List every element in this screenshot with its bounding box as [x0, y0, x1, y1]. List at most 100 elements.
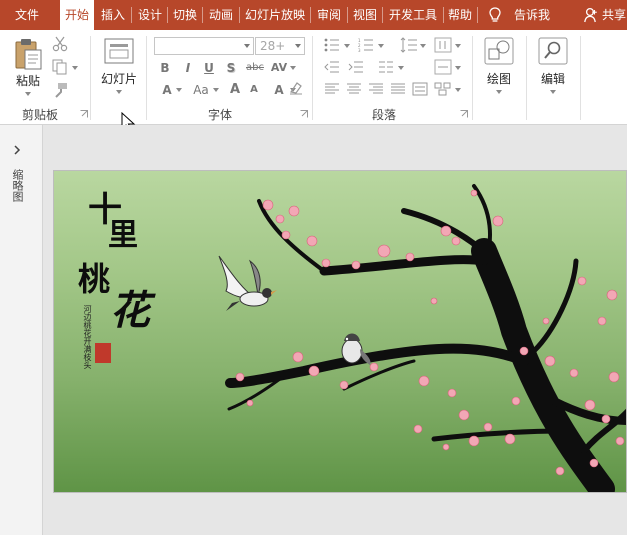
tab-slideshow[interactable]: 幻灯片放映: [241, 0, 309, 30]
ribbon-home: 粘贴 剪贴板 幻灯片 28+ B I U S abc AV A Aa A A A: [0, 30, 627, 125]
decrease-font-size-icon[interactable]: A: [245, 81, 263, 99]
group-separator: [526, 36, 527, 120]
change-case-dropdown-arrow[interactable]: [213, 88, 219, 92]
columns-icon[interactable]: [378, 61, 394, 73]
increase-font-size-icon[interactable]: A: [226, 81, 244, 99]
bullets-icon[interactable]: [324, 38, 340, 52]
font-dialog-launcher-icon[interactable]: [300, 110, 308, 118]
change-case-button[interactable]: Aa: [190, 81, 212, 99]
bold-button[interactable]: B: [156, 59, 174, 77]
slide-title-char: 花: [110, 287, 150, 334]
tab-separator: [167, 7, 168, 23]
svg-text:3: 3: [358, 48, 361, 52]
group-separator: [472, 36, 473, 120]
tab-separator: [239, 7, 240, 23]
editing-button[interactable]: 编辑: [533, 70, 573, 87]
new-slide-dropdown-arrow[interactable]: [116, 90, 122, 94]
thumbnail-pane: 缩略图: [0, 125, 43, 535]
character-spacing-button[interactable]: AV: [268, 59, 290, 77]
paste-icon[interactable]: [14, 36, 44, 72]
increase-indent-icon[interactable]: [348, 61, 364, 73]
decrease-indent-icon[interactable]: [324, 61, 340, 73]
new-slide-icon[interactable]: [104, 38, 134, 64]
tab-separator: [443, 7, 444, 23]
flying-bird: [218, 255, 277, 311]
tab-view[interactable]: 视图: [349, 0, 381, 30]
slide-1[interactable]: 十 里 桃 花 河边桃花开满枝头: [53, 170, 627, 493]
clear-formatting-icon[interactable]: [288, 80, 304, 96]
strikethrough-button[interactable]: abc: [243, 59, 267, 77]
cut-icon[interactable]: [52, 36, 68, 52]
copy-dropdown-arrow[interactable]: [72, 66, 78, 70]
tab-developer[interactable]: 开发工具: [384, 0, 442, 30]
tab-separator: [382, 7, 383, 23]
line-spacing-dropdown-arrow[interactable]: [420, 44, 426, 48]
find-search-icon[interactable]: [538, 37, 568, 65]
tab-separator: [347, 7, 348, 23]
columns-dropdown-arrow[interactable]: [398, 66, 404, 70]
group-separator: [90, 36, 91, 120]
plum-branch: [225, 184, 626, 492]
align-right-icon[interactable]: [368, 83, 384, 95]
tab-separator: [310, 7, 311, 23]
thumbnail-pane-label[interactable]: 缩略图: [11, 169, 25, 202]
share-button[interactable]: 共享: [602, 0, 626, 30]
drawing-button[interactable]: 绘图: [479, 70, 519, 87]
tab-separator: [202, 7, 203, 23]
clipboard-group-label: 剪贴板: [21, 108, 58, 122]
group-separator: [146, 36, 147, 120]
text-direction-dropdown-arrow[interactable]: [455, 44, 461, 48]
paste-dropdown-arrow[interactable]: [25, 92, 31, 96]
italic-button[interactable]: I: [179, 59, 197, 77]
slide-title-char: 桃: [78, 260, 111, 298]
tab-animations[interactable]: 动画: [204, 0, 238, 30]
text-effects-dropdown-arrow[interactable]: [176, 88, 182, 92]
align-left-icon[interactable]: [324, 83, 340, 95]
clipboard-dialog-launcher-icon[interactable]: [80, 110, 88, 118]
font-size-select[interactable]: 28+: [255, 37, 305, 55]
paragraph-dialog-launcher-icon[interactable]: [460, 110, 468, 118]
align-text-dropdown-arrow[interactable]: [455, 66, 461, 70]
slide-poem-text: 河边桃花开满枝头: [83, 305, 92, 369]
copy-icon[interactable]: [52, 59, 68, 75]
font-color-icon[interactable]: A: [268, 81, 290, 99]
numbering-dropdown-arrow[interactable]: [378, 44, 384, 48]
tab-transitions[interactable]: 切换: [169, 0, 201, 30]
tab-help[interactable]: 帮助: [445, 0, 475, 30]
bullets-dropdown-arrow[interactable]: [344, 44, 350, 48]
shadow-button[interactable]: S: [222, 59, 240, 77]
shapes-icon[interactable]: [484, 37, 514, 65]
lightbulb-icon[interactable]: [486, 6, 504, 24]
paste-button[interactable]: 粘贴: [12, 72, 44, 89]
smartart-convert-icon[interactable]: [434, 82, 452, 96]
tab-review[interactable]: 审阅: [312, 0, 346, 30]
tab-insert[interactable]: 插入: [97, 0, 129, 30]
line-spacing-icon[interactable]: [400, 37, 418, 53]
underline-button[interactable]: U: [200, 59, 218, 77]
justify-icon[interactable]: [390, 83, 406, 95]
character-spacing-dropdown-arrow[interactable]: [290, 66, 296, 70]
paragraph-group-label: 段落: [371, 108, 396, 122]
new-slide-button[interactable]: 幻灯片: [96, 70, 142, 87]
text-direction-icon[interactable]: [434, 37, 452, 53]
align-text-icon[interactable]: [434, 59, 452, 75]
format-painter-icon[interactable]: [52, 82, 68, 98]
chevron-right-icon[interactable]: [13, 145, 21, 155]
numbering-icon[interactable]: 123: [358, 38, 374, 52]
perched-bird: [341, 333, 371, 365]
text-effects-icon[interactable]: A: [158, 81, 176, 99]
tab-home[interactable]: 开始: [60, 0, 94, 30]
tab-design[interactable]: 设计: [134, 0, 166, 30]
font-name-select[interactable]: [154, 37, 254, 55]
share-person-icon[interactable]: [584, 7, 598, 23]
ribbon-tab-bar: 文件 开始 插入 设计 切换 动画 幻灯片放映 审阅 视图 开发工具 帮助 告诉…: [0, 0, 627, 30]
tab-file[interactable]: 文件: [6, 0, 48, 30]
align-center-icon[interactable]: [346, 83, 362, 95]
group-separator: [580, 36, 581, 120]
smartart-dropdown-arrow[interactable]: [455, 88, 461, 92]
tab-separator: [131, 7, 132, 23]
tell-me-search[interactable]: 告诉我: [514, 0, 550, 30]
editing-dropdown-arrow[interactable]: [550, 90, 556, 94]
drawing-dropdown-arrow[interactable]: [496, 90, 502, 94]
distributed-icon[interactable]: [412, 82, 428, 96]
